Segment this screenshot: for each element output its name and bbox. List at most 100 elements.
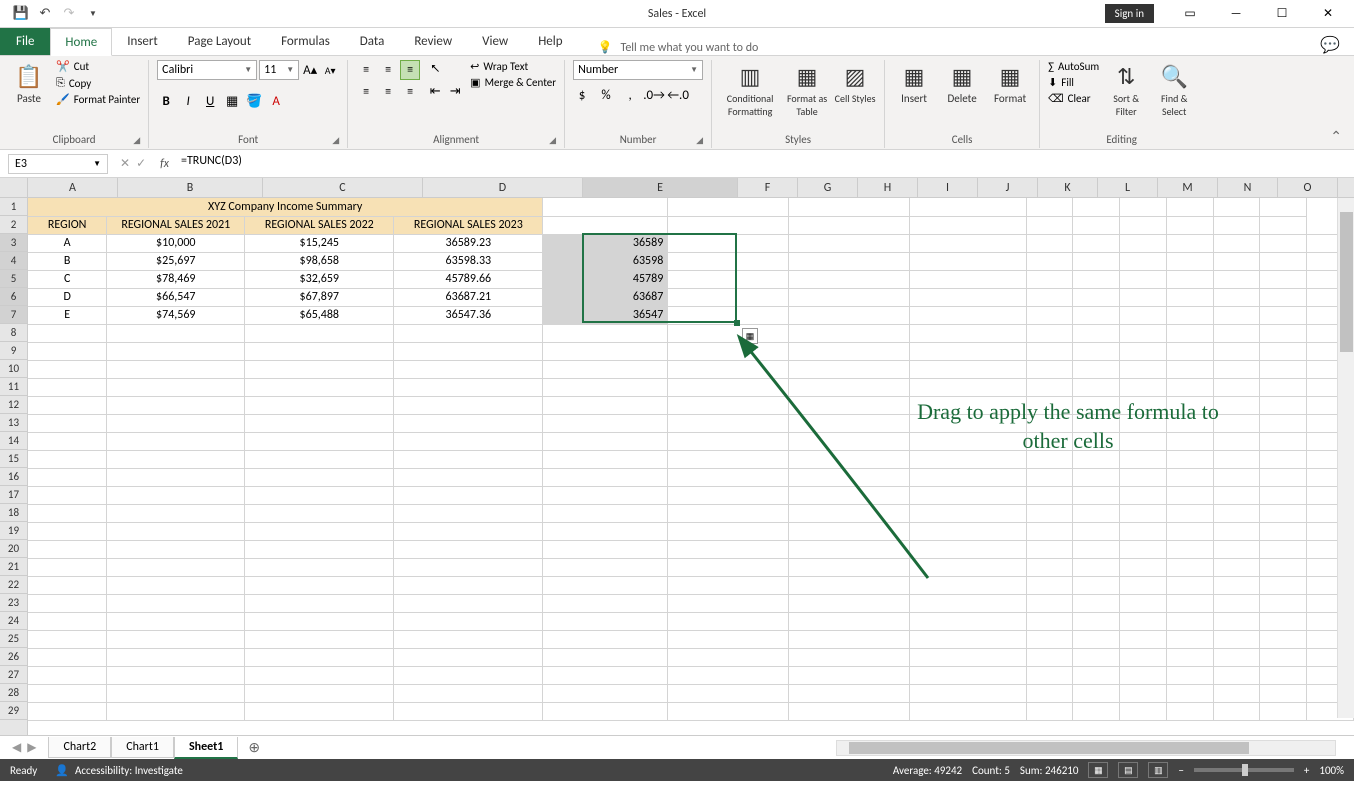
cell[interactable] <box>1213 252 1260 270</box>
cell[interactable] <box>1026 612 1073 630</box>
ribbon-options-icon[interactable]: ▭ <box>1168 0 1212 28</box>
row-header-22[interactable]: 22 <box>0 576 27 594</box>
cell[interactable] <box>789 648 910 666</box>
cell[interactable] <box>107 396 245 414</box>
cell[interactable] <box>789 612 910 630</box>
cell[interactable] <box>1166 486 1213 504</box>
cell[interactable] <box>1260 324 1307 342</box>
close-icon[interactable]: ✕ <box>1306 0 1350 28</box>
cell[interactable] <box>1260 360 1307 378</box>
cell[interactable] <box>1120 378 1167 396</box>
cell[interactable] <box>1166 234 1213 252</box>
row-header-16[interactable]: 16 <box>0 468 27 486</box>
merge-center-button[interactable]: ▣Merge & Center <box>470 76 556 89</box>
border-icon[interactable]: ▦ <box>223 92 241 110</box>
cell[interactable] <box>1120 684 1167 702</box>
cell[interactable] <box>1073 288 1120 306</box>
cell[interactable] <box>394 342 543 360</box>
bold-icon[interactable]: B <box>157 92 175 110</box>
review-tab[interactable]: Review <box>399 27 467 55</box>
cell[interactable] <box>1213 342 1260 360</box>
cell[interactable] <box>1213 306 1260 324</box>
cell[interactable] <box>543 414 668 432</box>
cells-area[interactable]: XYZ Company Income SummaryREGIONREGIONAL… <box>28 198 1354 735</box>
fill-handle[interactable] <box>734 320 740 326</box>
sheet-tab-chart2[interactable]: Chart2 <box>48 737 111 758</box>
cell[interactable] <box>789 360 910 378</box>
cell[interactable] <box>394 594 543 612</box>
cell[interactable] <box>107 414 245 432</box>
cell[interactable] <box>1120 540 1167 558</box>
row-header-28[interactable]: 28 <box>0 684 27 702</box>
cell[interactable] <box>245 468 394 486</box>
cell[interactable] <box>394 414 543 432</box>
cell[interactable] <box>1026 360 1073 378</box>
cell[interactable] <box>28 630 107 648</box>
cell[interactable]: 36589 <box>543 234 668 252</box>
cell[interactable] <box>28 702 107 720</box>
cell[interactable] <box>789 432 910 450</box>
cell[interactable] <box>543 396 668 414</box>
copy-button[interactable]: ⎘Copy <box>56 76 140 90</box>
cell[interactable] <box>394 576 543 594</box>
tell-me-search[interactable]: 💡 Tell me what you want to do <box>598 40 759 55</box>
cell[interactable] <box>668 324 789 342</box>
cell[interactable] <box>1213 486 1260 504</box>
format-painter-button[interactable]: 🖌️Format Painter <box>56 93 140 106</box>
cell[interactable] <box>1073 522 1120 540</box>
cell[interactable] <box>789 576 910 594</box>
cell[interactable] <box>1166 684 1213 702</box>
cell[interactable] <box>1260 504 1307 522</box>
sheet-nav[interactable]: ◀▶ <box>0 740 48 755</box>
accessibility-status[interactable]: 👤Accessibility: Investigate <box>55 764 183 777</box>
font-size-combo[interactable]: 11▼ <box>259 60 299 80</box>
row-header-27[interactable]: 27 <box>0 666 27 684</box>
cell[interactable] <box>1260 666 1307 684</box>
cell[interactable] <box>1073 558 1120 576</box>
cell[interactable] <box>789 342 910 360</box>
cell[interactable] <box>394 450 543 468</box>
cell[interactable] <box>668 648 789 666</box>
cell[interactable] <box>1213 216 1260 234</box>
cell[interactable] <box>668 612 789 630</box>
cell[interactable] <box>107 486 245 504</box>
cell[interactable] <box>245 666 394 684</box>
cell[interactable] <box>668 414 789 432</box>
cell[interactable] <box>909 576 1026 594</box>
cell[interactable] <box>543 378 668 396</box>
cell[interactable] <box>668 540 789 558</box>
cell[interactable] <box>394 666 543 684</box>
indent-increase-icon[interactable]: ⇥ <box>446 82 464 100</box>
view-tab[interactable]: View <box>467 27 523 55</box>
cell[interactable] <box>668 216 789 234</box>
cell[interactable] <box>1213 522 1260 540</box>
row-header-23[interactable]: 23 <box>0 594 27 612</box>
cell[interactable]: REGIONAL SALES 2023 <box>394 216 543 234</box>
cell[interactable]: 45789.66 <box>394 270 543 288</box>
insert-tab[interactable]: Insert <box>112 27 173 55</box>
cell[interactable] <box>245 630 394 648</box>
cell[interactable] <box>394 396 543 414</box>
row-header-1[interactable]: 1 <box>0 198 27 216</box>
cell[interactable] <box>1026 540 1073 558</box>
cell[interactable] <box>28 504 107 522</box>
cell[interactable]: 63598 <box>543 252 668 270</box>
horizontal-scrollbar[interactable] <box>836 740 1336 756</box>
cell[interactable] <box>668 234 789 252</box>
cell[interactable] <box>1166 360 1213 378</box>
cell[interactable] <box>107 522 245 540</box>
cell[interactable] <box>394 378 543 396</box>
cell[interactable] <box>107 612 245 630</box>
redo-icon[interactable]: ↷ <box>58 3 80 25</box>
cell[interactable] <box>909 288 1026 306</box>
accept-formula-icon[interactable]: ✓ <box>136 156 146 171</box>
sort-filter-button[interactable]: ⇅Sort & Filter <box>1105 60 1147 118</box>
cell[interactable] <box>789 666 910 684</box>
row-header-2[interactable]: 2 <box>0 216 27 234</box>
row-header-25[interactable]: 25 <box>0 630 27 648</box>
autofill-options-icon[interactable]: ▦ <box>742 328 758 344</box>
fx-icon[interactable]: fx <box>154 157 175 171</box>
cell[interactable] <box>1120 234 1167 252</box>
underline-icon[interactable]: U <box>201 92 219 110</box>
launcher-icon[interactable]: ◢ <box>332 135 339 146</box>
